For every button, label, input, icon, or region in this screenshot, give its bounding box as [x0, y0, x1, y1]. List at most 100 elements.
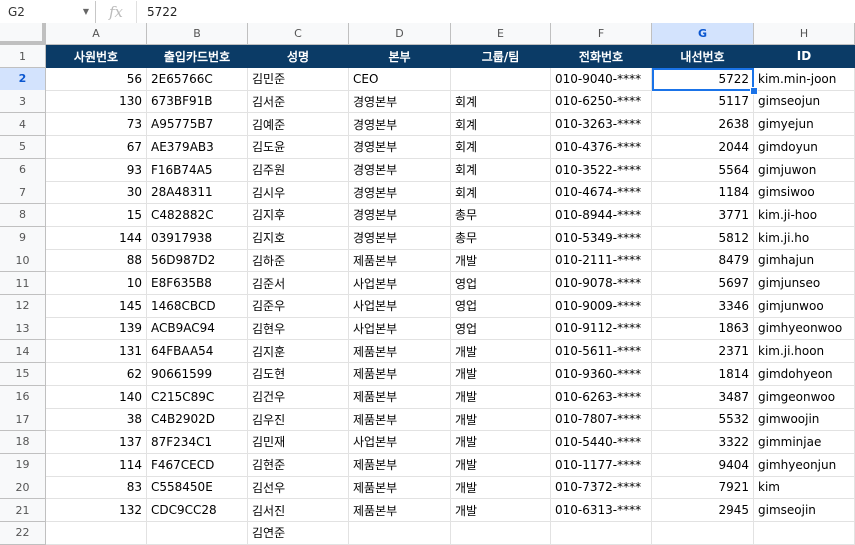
cell-h21[interactable]: gimseojin — [754, 499, 855, 522]
cell-f9[interactable]: 010-5349-**** — [551, 226, 652, 250]
cell-g10[interactable]: 8479 — [652, 249, 754, 273]
cell-d19[interactable]: 제품본부 — [349, 453, 451, 477]
cell-e17[interactable]: 개발 — [451, 408, 551, 432]
column-header-a[interactable]: A — [46, 23, 147, 45]
cell-h14[interactable]: kim.ji.hoon — [754, 340, 855, 364]
row-header-16[interactable]: 16 — [0, 385, 46, 409]
cell-g6[interactable]: 5564 — [652, 158, 754, 182]
cell-e10[interactable]: 개발 — [451, 249, 551, 273]
cell-b9[interactable]: 03917938 — [147, 226, 248, 250]
cell-d3[interactable]: 경영본부 — [349, 90, 451, 114]
cell-h22[interactable] — [754, 521, 855, 545]
cell-g4[interactable]: 2638 — [652, 113, 754, 137]
cell-f7[interactable]: 010-4674-**** — [551, 181, 652, 205]
cell-h12[interactable]: gimjunwoo — [754, 294, 855, 318]
cell-h13[interactable]: gimhyeonwoo — [754, 317, 855, 341]
cell-b8[interactable]: C482882C — [147, 203, 248, 227]
row-header-14[interactable]: 14 — [0, 340, 46, 364]
cell-c22[interactable]: 김연준 — [248, 521, 349, 545]
cell-f15[interactable]: 010-9360-**** — [551, 362, 652, 386]
cell-e18[interactable]: 개발 — [451, 430, 551, 454]
cell-b15[interactable]: 90661599 — [147, 362, 248, 386]
cell-c10[interactable]: 김하준 — [248, 249, 349, 273]
cell-g22[interactable] — [652, 521, 754, 545]
cell-h2[interactable]: kim.min-joon — [754, 67, 855, 91]
cell-a5[interactable]: 67 — [46, 135, 147, 159]
cell-g19[interactable]: 9404 — [652, 453, 754, 477]
row-header-20[interactable]: 20 — [0, 476, 46, 500]
cell-b19[interactable]: F467CECD — [147, 453, 248, 477]
cell-d7[interactable]: 경영본부 — [349, 181, 451, 205]
cell-f6[interactable]: 010-3522-**** — [551, 158, 652, 182]
row-header-15[interactable]: 15 — [0, 362, 46, 386]
header-cell[interactable]: 출입카드번호 — [147, 45, 248, 68]
cell-e12[interactable]: 영업 — [451, 294, 551, 318]
cell-c14[interactable]: 김지훈 — [248, 340, 349, 364]
cell-c3[interactable]: 김서준 — [248, 90, 349, 114]
cell-b16[interactable]: C215C89C — [147, 385, 248, 409]
cell-h6[interactable]: gimjuwon — [754, 158, 855, 182]
cell-c8[interactable]: 김지후 — [248, 203, 349, 227]
cell-f21[interactable]: 010-6313-**** — [551, 499, 652, 522]
row-header-12[interactable]: 12 — [0, 294, 46, 318]
cell-a9[interactable]: 144 — [46, 226, 147, 250]
cell-b22[interactable] — [147, 521, 248, 545]
cell-e19[interactable]: 개발 — [451, 453, 551, 477]
cell-g2[interactable]: 5722 — [652, 67, 754, 91]
cell-a3[interactable]: 130 — [46, 90, 147, 114]
cell-d11[interactable]: 사업본부 — [349, 272, 451, 295]
cell-f3[interactable]: 010-6250-**** — [551, 90, 652, 114]
cell-g11[interactable]: 5697 — [652, 272, 754, 295]
cell-h7[interactable]: gimsiwoo — [754, 181, 855, 205]
cell-c15[interactable]: 김도현 — [248, 362, 349, 386]
cell-a22[interactable] — [46, 521, 147, 545]
cell-c18[interactable]: 김민재 — [248, 430, 349, 454]
cell-a21[interactable]: 132 — [46, 499, 147, 522]
cell-f19[interactable]: 010-1177-**** — [551, 453, 652, 477]
cell-f2[interactable]: 010-9040-**** — [551, 67, 652, 91]
cell-a14[interactable]: 131 — [46, 340, 147, 364]
cell-c20[interactable]: 김선우 — [248, 476, 349, 500]
cell-c6[interactable]: 김주원 — [248, 158, 349, 182]
cell-h18[interactable]: gimminjae — [754, 430, 855, 454]
cell-e5[interactable]: 회계 — [451, 135, 551, 159]
cell-d13[interactable]: 사업본부 — [349, 317, 451, 341]
cell-f22[interactable] — [551, 521, 652, 545]
cell-h11[interactable]: gimjunseo — [754, 272, 855, 295]
header-cell[interactable]: 사원번호 — [46, 45, 147, 68]
formula-input[interactable]: 5722 — [137, 5, 178, 19]
cell-b10[interactable]: 56D987D2 — [147, 249, 248, 273]
cell-b4[interactable]: A95775B7 — [147, 113, 248, 137]
cell-b12[interactable]: 1468CBCD — [147, 294, 248, 318]
cell-g13[interactable]: 1863 — [652, 317, 754, 341]
cell-a6[interactable]: 93 — [46, 158, 147, 182]
cell-d15[interactable]: 제품본부 — [349, 362, 451, 386]
cell-b6[interactable]: F16B74A5 — [147, 158, 248, 182]
cell-a15[interactable]: 62 — [46, 362, 147, 386]
cell-b5[interactable]: AE379AB3 — [147, 135, 248, 159]
row-header-11[interactable]: 11 — [0, 272, 46, 295]
column-header-h[interactable]: H — [754, 23, 855, 45]
cell-h16[interactable]: gimgeonwoo — [754, 385, 855, 409]
row-header-3[interactable]: 3 — [0, 90, 46, 114]
cell-e13[interactable]: 영업 — [451, 317, 551, 341]
cell-b3[interactable]: 673BF91B — [147, 90, 248, 114]
cell-c11[interactable]: 김준서 — [248, 272, 349, 295]
cell-g14[interactable]: 2371 — [652, 340, 754, 364]
cell-b7[interactable]: 28A48311 — [147, 181, 248, 205]
column-header-g[interactable]: G — [652, 23, 754, 45]
cell-a10[interactable]: 88 — [46, 249, 147, 273]
cell-g8[interactable]: 3771 — [652, 203, 754, 227]
cell-b11[interactable]: E8F635B8 — [147, 272, 248, 295]
cell-a7[interactable]: 30 — [46, 181, 147, 205]
fill-handle[interactable] — [750, 86, 758, 95]
cell-b18[interactable]: 87F234C1 — [147, 430, 248, 454]
cell-d20[interactable]: 제품본부 — [349, 476, 451, 500]
row-header-21[interactable]: 21 — [0, 499, 46, 522]
cell-e21[interactable]: 개발 — [451, 499, 551, 522]
header-cell[interactable]: 본부 — [349, 45, 451, 68]
column-header-b[interactable]: B — [147, 23, 248, 45]
cell-f4[interactable]: 010-3263-**** — [551, 113, 652, 137]
cell-g3[interactable]: 5117 — [652, 90, 754, 114]
cell-b20[interactable]: C558450E — [147, 476, 248, 500]
